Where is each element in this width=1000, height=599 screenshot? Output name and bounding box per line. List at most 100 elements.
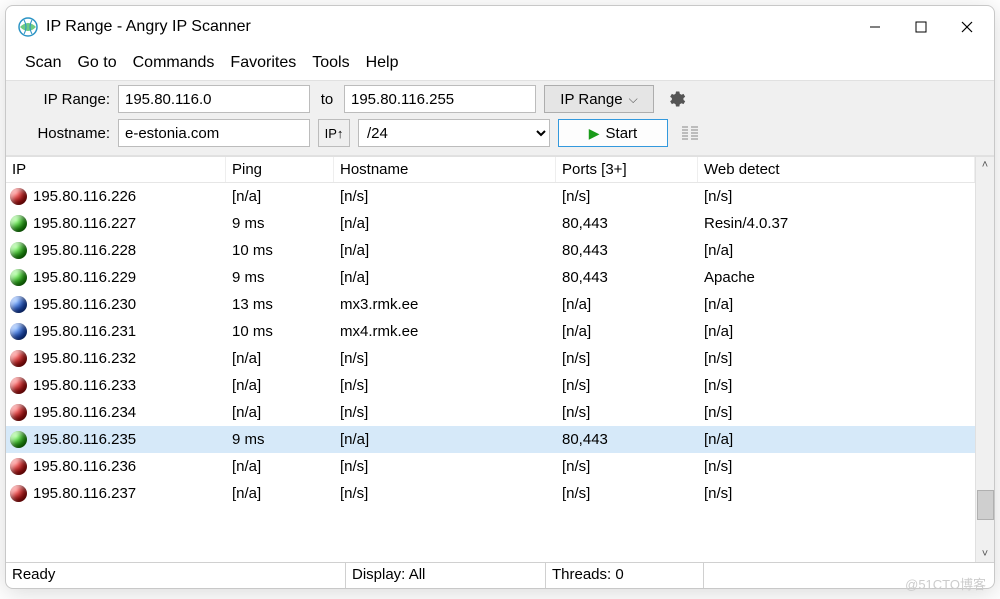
cell-hostname: [n/s]: [334, 345, 556, 372]
netmask-select[interactable]: /24: [358, 119, 550, 147]
cell-webdetect: [n/a]: [698, 318, 975, 345]
table-row[interactable]: 195.80.116.227 9 ms[n/a]80,443Resin/4.0.3…: [6, 210, 975, 237]
cell-ports: 80,443: [556, 264, 698, 291]
cell-ports: 80,443: [556, 426, 698, 453]
close-button[interactable]: [944, 11, 990, 43]
status-dot-icon: [10, 458, 27, 475]
cell-ports: [n/s]: [556, 453, 698, 480]
cell-ping: [n/a]: [226, 345, 334, 372]
menu-goto[interactable]: Go to: [70, 52, 123, 74]
status-dot-icon: [10, 323, 27, 340]
cell-ip: 195.80.116.234: [33, 404, 136, 421]
cell-webdetect: [n/s]: [698, 345, 975, 372]
table-row[interactable]: 195.80.116.233[n/a][n/s][n/s][n/s]: [6, 372, 975, 399]
status-dot-icon: [10, 242, 27, 259]
cell-ip: 195.80.116.236: [33, 458, 136, 475]
titlebar: IP Range - Angry IP Scanner: [6, 6, 994, 48]
col-webdetect[interactable]: Web detect: [698, 157, 975, 182]
table-row[interactable]: 195.80.116.236[n/a][n/s][n/s][n/s]: [6, 453, 975, 480]
cell-webdetect: [n/a]: [698, 426, 975, 453]
cell-hostname: [n/a]: [334, 210, 556, 237]
cell-ports: [n/s]: [556, 345, 698, 372]
scrollbar-thumb[interactable]: [977, 490, 994, 520]
table-row[interactable]: 195.80.116.23110 msmx4.rmk.ee[n/a][n/a]: [6, 318, 975, 345]
cell-ip: 195.80.116.226: [33, 188, 136, 205]
menubar: Scan Go to Commands Favorites Tools Help: [6, 48, 994, 80]
cell-webdetect: [n/s]: [698, 399, 975, 426]
table-row[interactable]: 195.80.116.237[n/a][n/s][n/s][n/s]: [6, 480, 975, 507]
cell-ports: 80,443: [556, 210, 698, 237]
scroll-down-icon[interactable]: ˅: [982, 548, 988, 560]
status-dot-icon: [10, 296, 27, 313]
cell-ping: 9 ms: [226, 264, 334, 291]
cell-hostname: [n/s]: [334, 453, 556, 480]
col-ports[interactable]: Ports [3+]: [556, 157, 698, 182]
minimize-button[interactable]: [852, 11, 898, 43]
cell-ping: 9 ms: [226, 426, 334, 453]
cell-hostname: [n/s]: [334, 183, 556, 210]
ip-from-input[interactable]: [118, 85, 310, 113]
app-icon: [18, 17, 38, 37]
start-button[interactable]: ▶ Start: [558, 119, 668, 147]
table-row[interactable]: 195.80.116.226[n/a][n/s][n/s][n/s]: [6, 183, 975, 210]
cell-ports: [n/s]: [556, 183, 698, 210]
table-row[interactable]: 195.80.116.22810 ms[n/a]80,443[n/a]: [6, 237, 975, 264]
hostname-input[interactable]: [118, 119, 310, 147]
cell-hostname: mx4.rmk.ee: [334, 318, 556, 345]
cell-webdetect: Resin/4.0.37: [698, 210, 975, 237]
col-ping[interactable]: Ping: [226, 157, 334, 182]
table-row[interactable]: 195.80.116.2299 ms[n/a]80,443Apache: [6, 264, 975, 291]
play-icon: ▶: [589, 125, 600, 142]
menu-scan[interactable]: Scan: [18, 52, 68, 74]
status-dot-icon: [10, 215, 27, 232]
status-dot-icon: [10, 269, 27, 286]
table-row[interactable]: 195.80.116.234[n/a][n/s][n/s][n/s]: [6, 399, 975, 426]
table-row[interactable]: 195.80.116.2359 ms[n/a]80,443[n/a]: [6, 426, 975, 453]
scroll-up-icon[interactable]: ˄: [982, 159, 988, 171]
window-title: IP Range - Angry IP Scanner: [46, 18, 251, 36]
menu-help[interactable]: Help: [359, 52, 406, 74]
cell-ip: 195.80.116.233: [33, 377, 136, 394]
cell-ip: 195.80.116.227: [33, 215, 136, 232]
gear-icon[interactable]: [662, 85, 690, 113]
cell-ip: 195.80.116.229: [33, 269, 136, 286]
menu-commands[interactable]: Commands: [126, 52, 222, 74]
scrollbar[interactable]: ˄ ˅: [975, 157, 994, 562]
cell-ip: 195.80.116.235: [33, 431, 136, 448]
iprange-label: IP Range:: [16, 91, 110, 108]
cell-hostname: [n/a]: [334, 426, 556, 453]
columns-icon[interactable]: [676, 119, 704, 147]
ip-lookup-button[interactable]: IP↑: [318, 119, 350, 147]
cell-ping: [n/a]: [226, 372, 334, 399]
ip-to-input[interactable]: [344, 85, 536, 113]
status-display: Display: All: [346, 563, 546, 588]
menu-favorites[interactable]: Favorites: [223, 52, 303, 74]
results-area: IP Ping Hostname Ports [3+] Web detect 1…: [6, 156, 994, 562]
table-row[interactable]: 195.80.116.23013 msmx3.rmk.ee[n/a][n/a]: [6, 291, 975, 318]
status-dot-icon: [10, 350, 27, 367]
cell-ports: [n/a]: [556, 318, 698, 345]
cell-ip: 195.80.116.230: [33, 296, 136, 313]
cell-webdetect: [n/a]: [698, 237, 975, 264]
feeder-select[interactable]: IP Range ⌵: [544, 85, 654, 113]
status-dot-icon: [10, 431, 27, 448]
start-label: Start: [606, 125, 638, 142]
table-row[interactable]: 195.80.116.232[n/a][n/s][n/s][n/s]: [6, 345, 975, 372]
cell-ports: [n/s]: [556, 372, 698, 399]
cell-hostname: [n/s]: [334, 372, 556, 399]
cell-ping: 10 ms: [226, 318, 334, 345]
status-text: Ready: [6, 563, 346, 588]
chevron-down-icon: ⌵: [629, 92, 638, 107]
cell-ip: 195.80.116.232: [33, 350, 136, 367]
cell-hostname: mx3.rmk.ee: [334, 291, 556, 318]
menu-tools[interactable]: Tools: [305, 52, 356, 74]
col-ip[interactable]: IP: [6, 157, 226, 182]
cell-ip: 195.80.116.231: [33, 323, 136, 340]
cell-ping: [n/a]: [226, 480, 334, 507]
cell-webdetect: [n/s]: [698, 372, 975, 399]
cell-ping: 9 ms: [226, 210, 334, 237]
col-hostname[interactable]: Hostname: [334, 157, 556, 182]
cell-ping: 13 ms: [226, 291, 334, 318]
maximize-button[interactable]: [898, 11, 944, 43]
cell-hostname: [n/s]: [334, 399, 556, 426]
